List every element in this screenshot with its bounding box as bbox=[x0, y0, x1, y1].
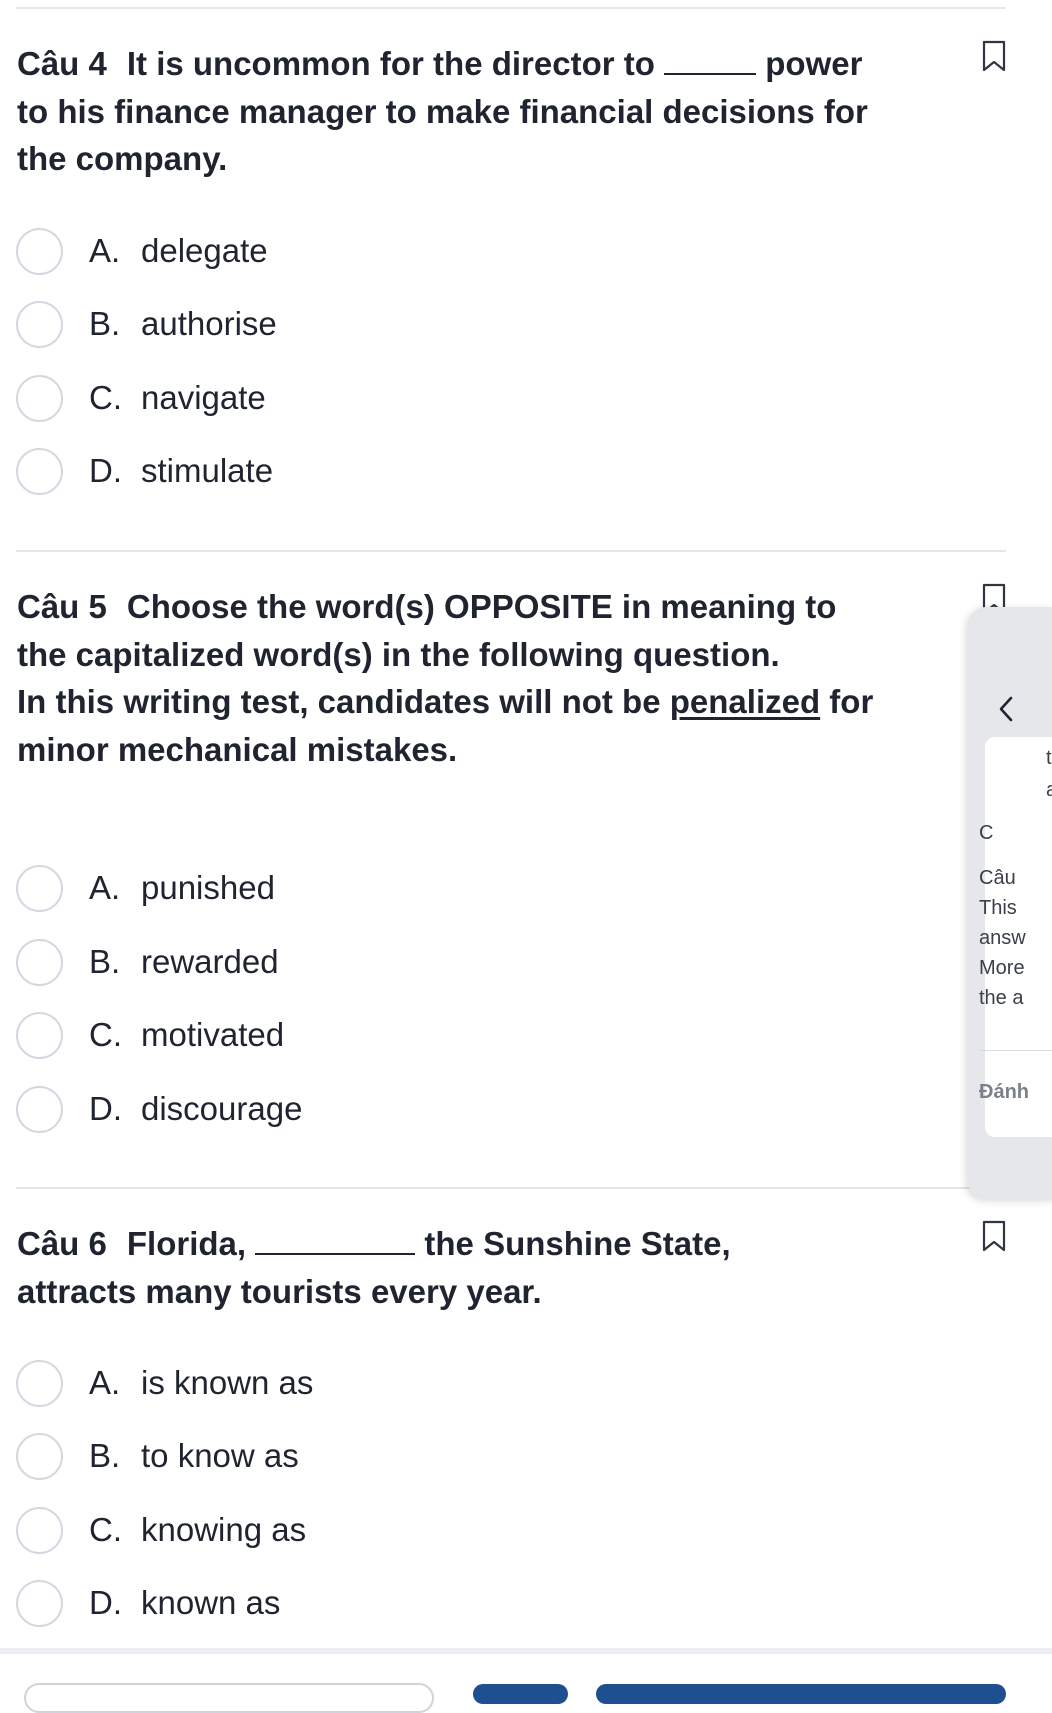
option-c[interactable]: C. motivated bbox=[16, 1008, 284, 1062]
option-d[interactable]: D. known as bbox=[16, 1576, 280, 1630]
secondary-button[interactable] bbox=[24, 1683, 434, 1713]
radio-button[interactable] bbox=[16, 1359, 63, 1407]
panel-text: the a bbox=[979, 987, 1024, 1009]
side-panel[interactable]: t a C Câu This answ More the a Đánh bbox=[968, 607, 1052, 1199]
radio-button[interactable] bbox=[16, 300, 63, 348]
option-a[interactable]: A. is known as bbox=[16, 1356, 313, 1410]
panel-text: This bbox=[979, 897, 1017, 919]
panel-text: a bbox=[1046, 779, 1052, 801]
answer-blank bbox=[255, 1225, 416, 1255]
option-b[interactable]: B. rewarded bbox=[16, 935, 279, 989]
question-4-text: Câu 4 It is uncommon for the director to … bbox=[17, 45, 868, 177]
question-6-text: Câu 6 Florida, the Sunshine State, attrac… bbox=[17, 1225, 731, 1310]
radio-button[interactable] bbox=[16, 1506, 63, 1554]
option-c[interactable]: C. knowing as bbox=[16, 1503, 306, 1557]
panel-text: t bbox=[1046, 747, 1052, 769]
question-number: Câu 4 bbox=[17, 45, 107, 82]
option-d[interactable]: D. stimulate bbox=[16, 444, 273, 498]
panel-text: answ bbox=[979, 927, 1026, 949]
bookmark-icon[interactable] bbox=[982, 40, 1006, 72]
radio-button[interactable] bbox=[16, 938, 63, 986]
radio-button[interactable] bbox=[16, 374, 63, 422]
question-number: Câu 5 bbox=[17, 588, 107, 625]
answer-blank bbox=[664, 45, 757, 75]
question-divider bbox=[16, 1187, 1006, 1189]
radio-button[interactable] bbox=[16, 1432, 63, 1480]
panel-text: C bbox=[979, 822, 994, 844]
keyword: penalized bbox=[669, 683, 821, 720]
radio-button[interactable] bbox=[16, 227, 63, 275]
submit-button[interactable] bbox=[596, 1684, 1006, 1704]
radio-button[interactable] bbox=[16, 447, 63, 495]
top-divider bbox=[16, 7, 1006, 9]
panel-text: Đánh bbox=[979, 1081, 1029, 1103]
radio-button[interactable] bbox=[16, 1579, 63, 1627]
question-5-text: Câu 5 Choose the word(s) OPPOSITE in mean… bbox=[17, 588, 874, 768]
panel-divider bbox=[979, 1050, 1052, 1051]
question-divider bbox=[16, 550, 1006, 552]
option-d[interactable]: D. discourage bbox=[16, 1082, 302, 1136]
chevron-left-icon[interactable] bbox=[998, 695, 1014, 723]
radio-button[interactable] bbox=[16, 1085, 63, 1133]
primary-button[interactable] bbox=[473, 1684, 568, 1704]
option-c[interactable]: C. navigate bbox=[16, 371, 266, 425]
panel-text: More bbox=[979, 957, 1025, 979]
option-b[interactable]: B. authorise bbox=[16, 297, 277, 351]
option-b[interactable]: B. to know as bbox=[16, 1429, 299, 1483]
panel-text: Câu bbox=[979, 867, 1016, 889]
question-number: Câu 6 bbox=[17, 1225, 107, 1262]
radio-button[interactable] bbox=[16, 1011, 63, 1059]
option-a[interactable]: A. delegate bbox=[16, 224, 268, 278]
radio-button[interactable] bbox=[16, 864, 63, 912]
option-a[interactable]: A. punished bbox=[16, 861, 275, 915]
bottom-divider bbox=[0, 1648, 1052, 1654]
bookmark-icon[interactable] bbox=[982, 1220, 1006, 1252]
